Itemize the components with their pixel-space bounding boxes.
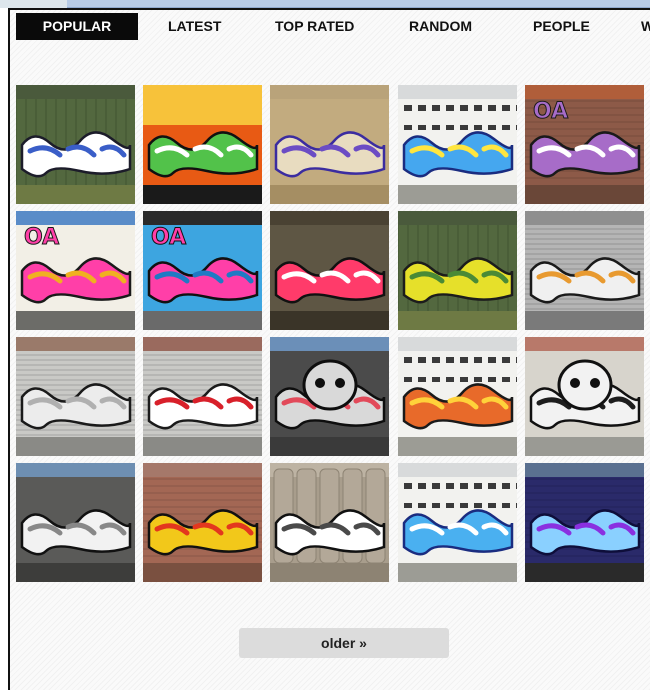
graffiti-tag-text: OA [532, 99, 569, 125]
thumbnail-image [398, 211, 517, 330]
thumbnail-image [16, 463, 135, 582]
thumbnail-image [525, 337, 644, 456]
tab-people[interactable]: PEOPLE [533, 13, 590, 40]
graffiti-thumbnail[interactable] [525, 211, 644, 330]
thumbnail-image [16, 85, 135, 204]
thumbnail-image [525, 463, 644, 582]
thumbnail-image [525, 211, 644, 330]
graffiti-thumbnail[interactable] [398, 85, 517, 204]
graffiti-thumbnail[interactable] [143, 463, 262, 582]
graffiti-thumbnail[interactable] [398, 337, 517, 456]
tab-latest[interactable]: LATEST [168, 13, 221, 40]
graffiti-thumbnail[interactable] [525, 463, 644, 582]
graffiti-tag-text: OA [23, 225, 60, 251]
tab-top-rated[interactable]: TOP RATED [275, 13, 354, 40]
graffiti-thumbnail[interactable] [143, 85, 262, 204]
graffiti-thumbnail[interactable]: OA [143, 211, 262, 330]
thumbnail-image [16, 337, 135, 456]
graffiti-thumbnail[interactable] [398, 211, 517, 330]
thumbnail-image [270, 85, 389, 204]
graffiti-thumbnail[interactable]: OA [525, 85, 644, 204]
thumbnail-image [270, 463, 389, 582]
graffiti-thumbnail[interactable] [270, 463, 389, 582]
graffiti-thumbnail[interactable] [398, 463, 517, 582]
graffiti-thumbnail[interactable] [525, 337, 644, 456]
graffiti-thumbnail[interactable] [270, 85, 389, 204]
graffiti-thumbnail[interactable] [16, 337, 135, 456]
thumbnail-image [270, 211, 389, 330]
tab-popular[interactable]: POPULAR [16, 13, 138, 40]
tab-random[interactable]: RANDOM [409, 13, 472, 40]
thumbnail-image [398, 463, 517, 582]
thumbnail-image [398, 337, 517, 456]
thumbnail-image [143, 463, 262, 582]
graffiti-thumbnail[interactable] [16, 463, 135, 582]
graffiti-tag-text: OA [150, 225, 187, 251]
graffiti-thumbnail[interactable] [143, 337, 262, 456]
graffiti-thumbnail[interactable]: OA [16, 211, 135, 330]
thumbnail-image [270, 337, 389, 456]
thumbnail-image [143, 337, 262, 456]
thumbnail-image [398, 85, 517, 204]
older-button[interactable]: older » [239, 628, 449, 658]
graffiti-thumbnail[interactable] [270, 211, 389, 330]
page-header-bar [67, 0, 650, 8]
thumbnail-image [143, 85, 262, 204]
graffiti-thumbnail[interactable] [16, 85, 135, 204]
category-nav: POPULAR LATEST TOP RATED RANDOM PEOPLE W [16, 13, 650, 40]
browser-top-strip [0, 0, 650, 8]
graffiti-thumbnail[interactable] [270, 337, 389, 456]
tab-w[interactable]: W [641, 13, 650, 40]
